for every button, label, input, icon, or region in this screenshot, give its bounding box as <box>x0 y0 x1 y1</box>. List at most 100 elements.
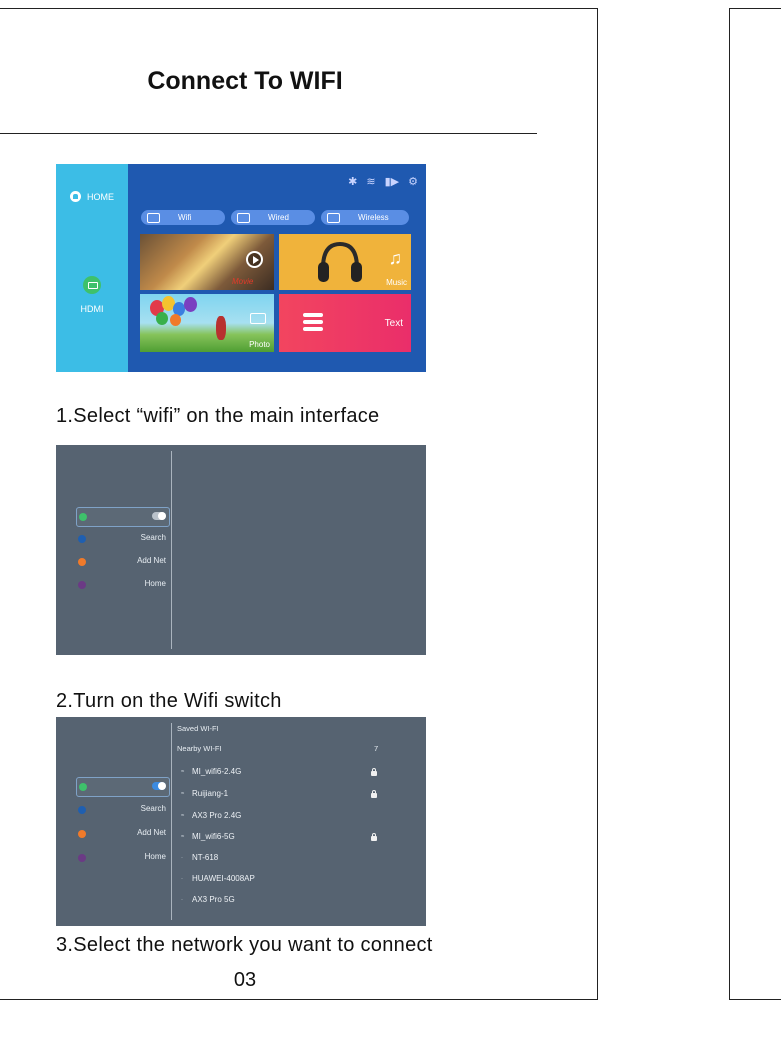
cast-icon <box>147 212 160 223</box>
menu-item-add-net-label: Add Net <box>137 828 166 837</box>
network-name: AX3 Pro 2.4G <box>192 811 242 820</box>
facing-page-edge <box>729 8 781 1000</box>
wifi-signal-icon: ≈ <box>181 790 185 797</box>
home-sidebar: HOME HDMI <box>56 164 128 372</box>
list-icon <box>303 313 323 334</box>
menu-item-add-net[interactable]: Add Net <box>76 825 168 843</box>
wifi-button-label: Wifi <box>178 213 192 222</box>
wifi-toggle[interactable] <box>152 512 166 520</box>
wifi-signal-icon: ≈ <box>181 812 185 819</box>
photo-tile[interactable]: Photo <box>140 294 274 352</box>
wired-button-label: Wired <box>268 213 289 222</box>
music-tile[interactable]: ♫ Music <box>279 234 411 290</box>
menu-item-home[interactable]: Home <box>76 849 168 867</box>
sidebar-hdmi-label: HDMI <box>80 304 104 314</box>
search-dot-icon <box>78 535 86 543</box>
lock-icon <box>371 790 377 798</box>
wifi-signal-icon: · <box>181 875 183 882</box>
wifi-off-icon: ≋ <box>366 176 376 188</box>
wifi-signal-icon: ≈ <box>181 768 185 775</box>
network-item[interactable]: · HUAWEI-4008AP <box>181 874 255 883</box>
music-tile-label: Music <box>386 278 407 287</box>
wifi-signal-icon: · <box>181 896 183 903</box>
play-icon <box>246 251 263 268</box>
network-name: HUAWEI-4008AP <box>192 874 255 883</box>
menu-item-search-label: Search <box>140 804 166 813</box>
search-dot-icon <box>78 806 86 814</box>
page-number: 03 <box>233 969 257 991</box>
headphones-image <box>318 241 362 282</box>
wifi-dot-icon <box>79 513 87 521</box>
menu-item-home-label: Home <box>144 852 166 861</box>
home-screen-screenshot: HOME HDMI ✱ ≋ ▮▶ ⚙ Wifi Wired Wireless M… <box>56 164 426 372</box>
settings-icon[interactable]: ⚙ <box>408 175 418 188</box>
wifi-switch-screenshot: Search Add Net Home <box>56 445 426 655</box>
home-dot-icon <box>78 854 86 862</box>
cast-icon <box>237 212 250 223</box>
network-name: MI_wifi6-5G <box>192 832 235 841</box>
menu-item-add-net-label: Add Net <box>137 556 166 565</box>
sidebar-item-home[interactable]: HOME <box>70 191 114 202</box>
menu-item-home[interactable]: Home <box>76 576 168 594</box>
nearby-wifi-count: 7 <box>374 744 379 753</box>
step-3-caption: 3.Select the network you want to connect <box>56 934 433 956</box>
network-item[interactable]: ≈ MI_wifi6-5G <box>181 832 235 841</box>
wifi-toggle-item[interactable] <box>76 777 170 797</box>
network-item[interactable]: ≈ Ruijiang-1 <box>181 789 228 798</box>
network-name: Ruijiang-1 <box>192 789 229 798</box>
text-tile-label: Text <box>384 318 403 329</box>
lock-icon <box>371 833 377 841</box>
wired-button[interactable]: Wired <box>231 210 315 225</box>
nearby-wifi-header: Nearby WI-FI <box>177 744 222 753</box>
step-2-caption: 2.Turn on the Wifi switch <box>56 690 282 712</box>
cast-icon <box>327 212 340 223</box>
menu-item-add-net[interactable]: Add Net <box>76 553 168 571</box>
status-bar: ✱ ≋ ▮▶ ⚙ <box>348 175 418 188</box>
wifi-toggle-item[interactable] <box>76 507 170 527</box>
home-main-panel: ✱ ≋ ▮▶ ⚙ Wifi Wired Wireless Movie ♫ Mus… <box>128 164 426 372</box>
network-list-screenshot: Search Add Net Home Saved WI-FI Nearby W… <box>56 717 426 926</box>
music-note-icon: ♫ <box>388 248 403 268</box>
sidebar-home-label: HOME <box>87 191 114 202</box>
network-item[interactable]: ≈ MI_wifi6-2.4G <box>181 767 241 776</box>
text-tile[interactable]: Text <box>279 294 411 352</box>
connection-buttons: Wifi Wired Wireless <box>141 210 409 225</box>
manual-page: Connect To WIFI HOME HDMI ✱ ≋ ▮▶ ⚙ Wifi … <box>0 8 598 1000</box>
wifi-signal-icon: · <box>181 854 183 861</box>
network-name: AX3 Pro 5G <box>192 895 235 904</box>
panel-divider <box>171 723 172 920</box>
wireless-button-label: Wireless <box>358 213 389 222</box>
menu-item-search-label: Search <box>140 533 166 542</box>
panel-divider <box>171 451 172 649</box>
hdmi-icon <box>83 276 101 294</box>
wifi-signal-icon: ≈ <box>181 833 185 840</box>
photo-tile-label: Photo <box>249 340 270 349</box>
menu-item-search[interactable]: Search <box>76 801 168 819</box>
wifi-dot-icon <box>79 783 87 791</box>
menu-item-search[interactable]: Search <box>76 530 168 548</box>
network-name: MI_wifi6-2.4G <box>192 767 242 776</box>
wireless-button[interactable]: Wireless <box>321 210 409 225</box>
network-item[interactable]: ≈ AX3 Pro 2.4G <box>181 811 241 820</box>
saved-wifi-header: Saved WI-FI <box>177 724 219 733</box>
camera-icon <box>250 313 266 324</box>
sidebar-item-hdmi[interactable]: HDMI <box>56 276 128 314</box>
add-net-dot-icon <box>78 558 86 566</box>
network-item[interactable]: · NT-618 <box>181 853 218 862</box>
add-net-dot-icon <box>78 830 86 838</box>
home-dot-icon <box>78 581 86 589</box>
menu-item-home-label: Home <box>144 579 166 588</box>
bluetooth-icon: ✱ <box>348 176 358 188</box>
step-1-caption: 1.Select “wifi” on the main interface <box>56 405 380 427</box>
network-item[interactable]: · AX3 Pro 5G <box>181 895 235 904</box>
network-name: NT-618 <box>192 853 219 862</box>
title-rule <box>0 133 537 134</box>
home-icon <box>70 191 81 202</box>
movie-tile[interactable]: Movie <box>140 234 274 290</box>
page-title: Connect To WIFI <box>147 67 343 95</box>
movie-tile-label: Movie <box>232 277 254 286</box>
battery-icon: ▮▶ <box>384 176 400 188</box>
wifi-toggle[interactable] <box>152 782 166 790</box>
wifi-button[interactable]: Wifi <box>141 210 225 225</box>
lock-icon <box>371 768 377 776</box>
